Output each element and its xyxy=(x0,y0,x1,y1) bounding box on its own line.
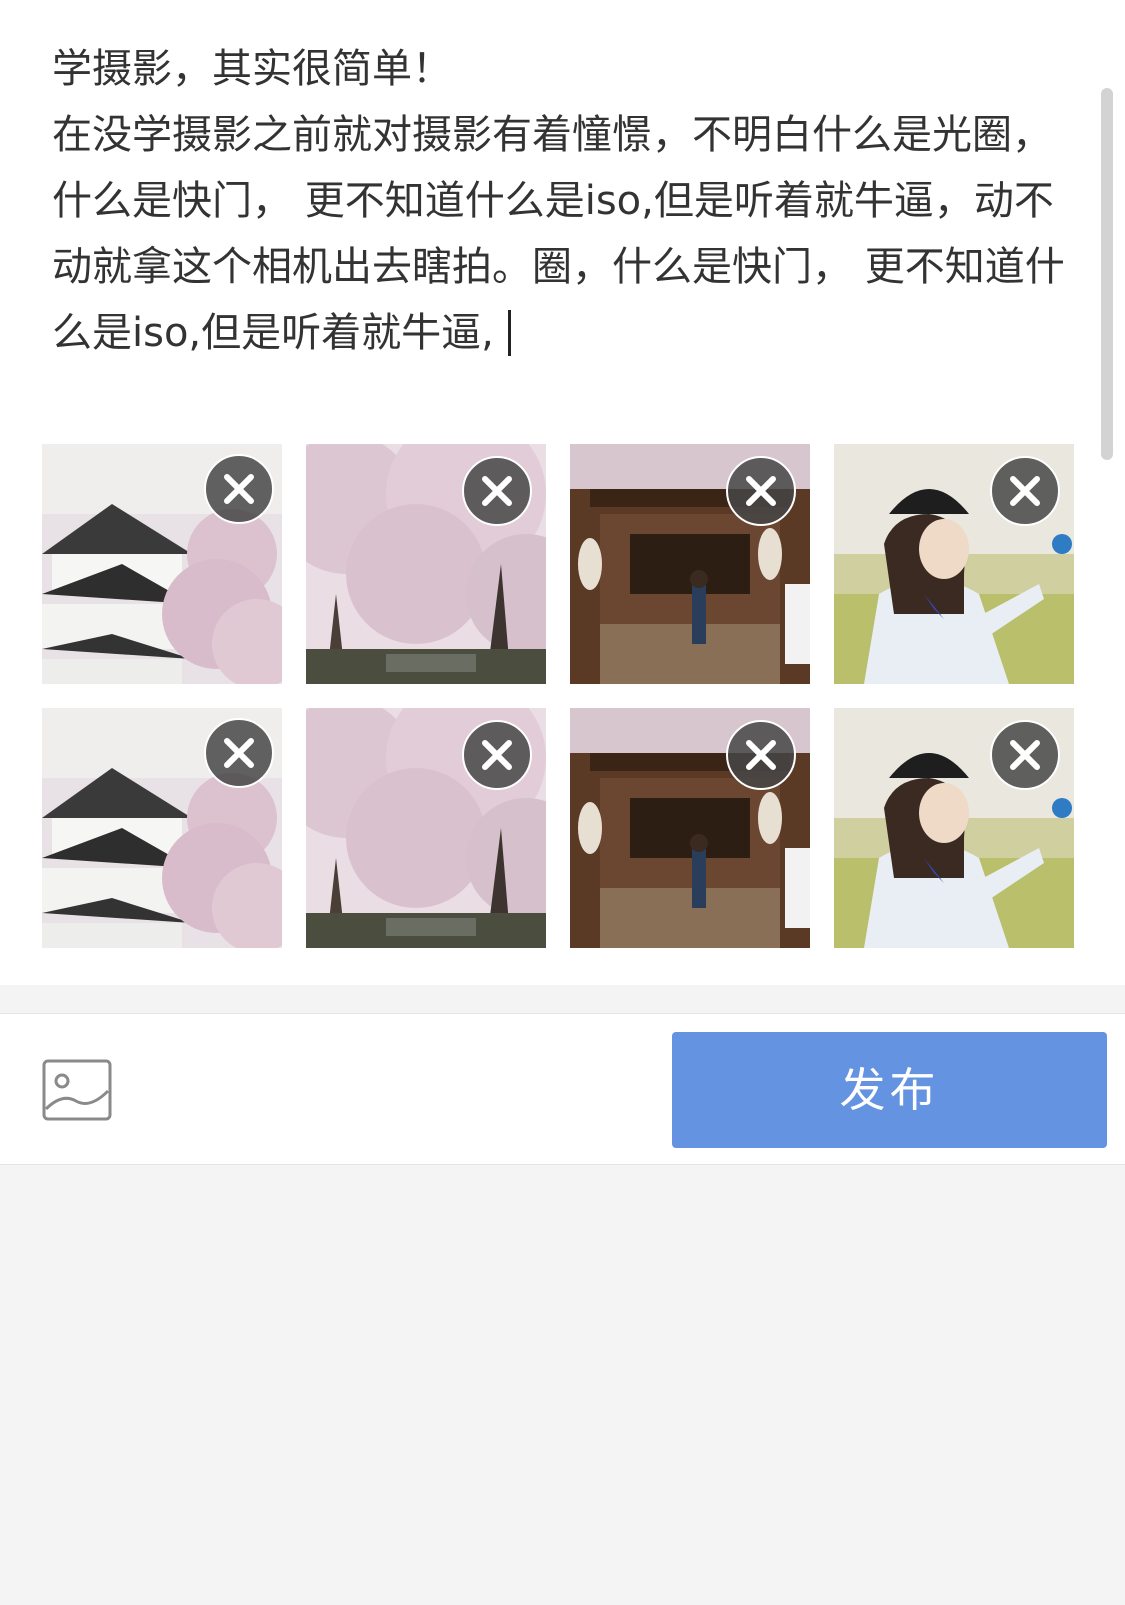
image-thumbnail-portrait[interactable] xyxy=(834,708,1074,948)
close-icon xyxy=(746,740,776,770)
close-icon xyxy=(482,740,512,770)
remove-image-button[interactable] xyxy=(462,720,532,790)
close-icon xyxy=(224,738,254,768)
remove-image-button[interactable] xyxy=(726,720,796,790)
image-thumbnail-shrine[interactable] xyxy=(570,444,810,684)
scrollbar[interactable] xyxy=(1101,88,1113,460)
image-thumbnail-castle[interactable] xyxy=(42,708,282,948)
compose-area: 学摄影，其实很简单！ 在没学摄影之前就对摄影有着憧憬，不明白什么是光圈，什么是快… xyxy=(0,0,1125,985)
close-icon xyxy=(224,474,254,504)
close-icon xyxy=(746,476,776,506)
image-thumbnail-shrine[interactable] xyxy=(570,708,810,948)
post-text-line: 在没学摄影之前就对摄影有着憧憬，不明白什么是光圈，什么是快门， 更不知道什么是i… xyxy=(52,112,1065,356)
bottom-toolbar: 发布 xyxy=(0,1013,1125,1165)
image-thumbnail-sakura-avenue[interactable] xyxy=(306,444,546,684)
publish-button[interactable]: 发布 xyxy=(672,1032,1107,1148)
remove-image-button[interactable] xyxy=(726,456,796,526)
text-caret xyxy=(507,310,511,356)
remove-image-button[interactable] xyxy=(990,720,1060,790)
remove-image-button[interactable] xyxy=(204,454,274,524)
image-thumbnail-castle[interactable] xyxy=(42,444,282,684)
remove-image-button[interactable] xyxy=(204,718,274,788)
image-thumbnail-sakura-avenue[interactable] xyxy=(306,708,546,948)
close-icon xyxy=(482,476,512,506)
image-thumbnail-portrait[interactable] xyxy=(834,444,1074,684)
close-icon xyxy=(1010,476,1040,506)
post-text-input[interactable]: 学摄影，其实很简单！ 在没学摄影之前就对摄影有着憧憬，不明白什么是光圈，什么是快… xyxy=(52,36,1082,366)
remove-image-button[interactable] xyxy=(462,456,532,526)
image-icon[interactable] xyxy=(42,1059,112,1121)
close-icon xyxy=(1010,740,1040,770)
post-text-line: 学摄影，其实很简单！ xyxy=(52,46,452,92)
remove-image-button[interactable] xyxy=(990,456,1060,526)
